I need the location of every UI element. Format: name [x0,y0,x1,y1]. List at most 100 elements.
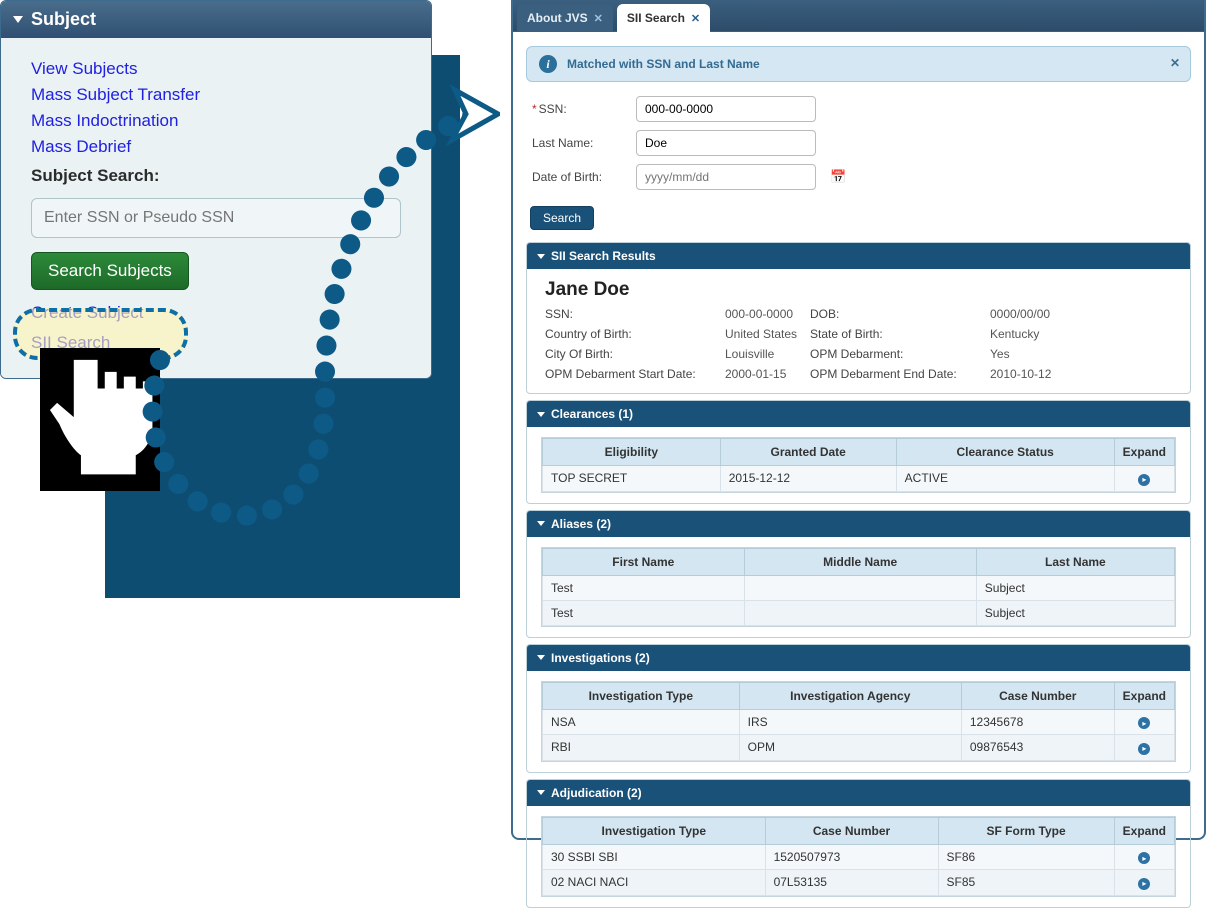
ssn-value: 000-00-0000 [725,307,810,321]
table-row: Test Subject [543,600,1175,625]
section-title: Investigations (2) [551,651,650,665]
cell-type: NSA [543,709,740,735]
clearances-section: Clearances (1) Eligibility Granted Date … [526,400,1191,504]
close-icon[interactable]: ✕ [691,12,700,25]
subject-search-label: Subject Search: [31,166,411,186]
ssn-label: *SSN: [532,102,622,116]
expand-icon[interactable]: ▸ [1138,852,1150,864]
link-view-subjects[interactable]: View Subjects [31,56,411,82]
clearances-table: Eligibility Granted Date Clearance Statu… [542,438,1175,492]
adjudication-section: Adjudication (2) Investigation Type Case… [526,779,1191,908]
investigations-section: Investigations (2) Investigation Type In… [526,644,1191,773]
cell-last: Subject [976,575,1174,600]
expand-icon[interactable]: ▸ [1138,743,1150,755]
aliases-section: Aliases (2) First Name Middle Name Last … [526,510,1191,638]
adjudication-header[interactable]: Adjudication (2) [527,780,1190,806]
cell-case: 07L53135 [765,870,938,896]
dob-input[interactable] [636,164,816,190]
subject-panel-body: View Subjects Mass Subject Transfer Mass… [1,38,431,378]
results-header[interactable]: SII Search Results [527,243,1190,269]
cell-type: 02 NACI NACI [543,870,766,896]
tab-label: SII Search [627,11,685,25]
tab-bar: About JVS ✕ SII Search ✕ [513,0,1204,32]
result-info-grid: SSN: 000-00-0000 DOB: 0000/00/00 Country… [545,307,1172,381]
sob-label: State of Birth: [810,327,990,341]
close-icon[interactable]: ✕ [594,12,603,25]
link-mass-transfer[interactable]: Mass Subject Transfer [31,82,411,108]
cell-middle [744,575,976,600]
link-mass-indoctrination[interactable]: Mass Indoctrination [31,108,411,134]
search-subjects-button[interactable]: Search Subjects [31,252,189,290]
section-title: Clearances (1) [551,407,633,421]
cell-case: 09876543 [961,735,1114,761]
aliases-table: First Name Middle Name Last Name Test Su… [542,548,1175,626]
section-title: Aliases (2) [551,517,611,531]
section-title: Adjudication (2) [551,786,642,800]
chevron-down-icon [537,790,545,795]
clearances-header[interactable]: Clearances (1) [527,401,1190,427]
ssn-search-input[interactable] [31,198,401,238]
col-inv-type: Investigation Type [543,682,740,709]
results-section: SII Search Results Jane Doe SSN: 000-00-… [526,242,1191,394]
section-title: SII Search Results [551,249,656,263]
table-row: 02 NACI NACI 07L53135 SF85 ▸ [543,870,1175,896]
col-expand: Expand [1114,439,1174,466]
investigations-table: Investigation Type Investigation Agency … [542,682,1175,761]
result-name: Jane Doe [545,279,1172,301]
tab-sii-search[interactable]: SII Search ✕ [617,4,710,32]
investigations-header[interactable]: Investigations (2) [527,645,1190,671]
close-icon[interactable]: ✕ [1170,56,1180,70]
link-create-subject[interactable]: Create Subject [31,300,411,326]
cell-middle [744,600,976,625]
tab-label: About JVS [527,11,588,25]
cell-case: 12345678 [961,709,1114,735]
subject-panel-header[interactable]: Subject [1,1,431,38]
adjudication-table: Investigation Type Case Number SF Form T… [542,817,1175,896]
opmstart-value: 2000-01-15 [725,367,810,381]
cell-granted: 2015-12-12 [720,466,896,492]
chevron-down-icon [537,254,545,259]
dob-label: DOB: [810,307,990,321]
expand-icon[interactable]: ▸ [1138,717,1150,729]
col-status: Clearance Status [896,439,1114,466]
ssn-label: SSN: [545,307,725,321]
cell-eligibility: TOP SECRET [543,466,721,492]
cell-sf: SF85 [938,870,1114,896]
expand-icon[interactable]: ▸ [1138,878,1150,890]
table-row: NSA IRS 12345678 ▸ [543,709,1175,735]
search-button[interactable]: Search [530,206,594,230]
ssn-input[interactable] [636,96,816,122]
subject-links: View Subjects Mass Subject Transfer Mass… [31,56,411,160]
sii-search-view: About JVS ✕ SII Search ✕ i Matched with … [511,0,1206,840]
subject-panel: Subject View Subjects Mass Subject Trans… [0,0,432,379]
aliases-header[interactable]: Aliases (2) [527,511,1190,537]
expand-icon[interactable]: ▸ [1138,474,1150,486]
cursor-pointer-icon [40,348,160,491]
tab-about-jvs[interactable]: About JVS ✕ [517,4,613,32]
last-name-input[interactable] [636,130,816,156]
chevron-down-icon [13,16,23,23]
opmend-value: 2010-10-12 [990,367,1100,381]
cob-value: United States [725,327,810,341]
city-value: Louisville [725,347,810,361]
opmstart-label: OPM Debarment Start Date: [545,367,725,381]
chevron-down-icon [537,521,545,526]
cell-status: ACTIVE [896,466,1114,492]
col-expand: Expand [1114,682,1174,709]
calendar-icon[interactable]: 📅 [830,169,846,185]
col-inv-type: Investigation Type [543,817,766,844]
col-case: Case Number [961,682,1114,709]
col-middle: Middle Name [744,548,976,575]
cell-first: Test [543,600,745,625]
link-mass-debrief[interactable]: Mass Debrief [31,134,411,160]
city-label: City Of Birth: [545,347,725,361]
panel-title: Subject [31,9,96,30]
cell-type: RBI [543,735,740,761]
col-sf: SF Form Type [938,817,1114,844]
cell-last: Subject [976,600,1174,625]
cell-agency: OPM [739,735,961,761]
dob-value: 0000/00/00 [990,307,1100,321]
chevron-down-icon [537,412,545,417]
cell-agency: IRS [739,709,961,735]
info-icon: i [539,55,557,73]
